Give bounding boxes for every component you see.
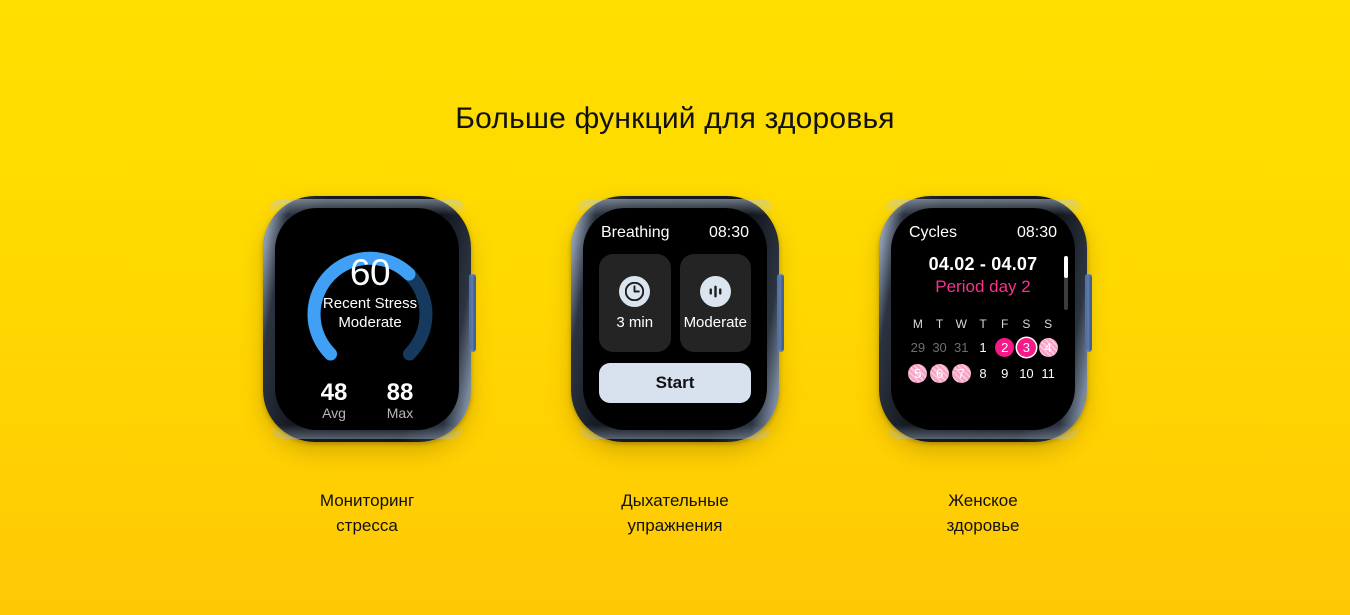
calendar-day[interactable]: 29 (908, 338, 927, 357)
breathing-options: 3 min Moderate (599, 254, 751, 352)
clock-icon (619, 275, 651, 307)
watch-side-button[interactable] (777, 274, 784, 352)
stress-level: Moderate (338, 314, 402, 331)
stress-gauge: 60 Recent Stress Moderate (291, 232, 449, 374)
breathing-clock: 08:30 (708, 224, 749, 241)
stat-avg: 48 Avg (305, 380, 363, 422)
watch-screen-stress[interactable]: 60 Recent Stress Moderate 48 Avg 88 Max (275, 208, 459, 430)
calendar-day[interactable]: 10 (1017, 364, 1036, 383)
weekday-label: T (935, 317, 944, 331)
calendar-day[interactable]: 8 (973, 364, 992, 383)
cycles-header: Cycles 08:30 (907, 222, 1059, 242)
calendar-day-predicted[interactable]: 5 (908, 364, 928, 383)
breathing-header: Breathing 08:30 (599, 222, 751, 242)
intensity-bars-icon (699, 275, 731, 307)
cycle-status: Period day 2 (935, 277, 1031, 296)
watch-device-stress: 60 Recent Stress Moderate 48 Avg 88 Max (263, 196, 476, 442)
caption-breathing-line1: Дыхательные (621, 491, 729, 510)
caption-cycles-line2: здоровье (946, 516, 1020, 535)
weekday-label: S (1044, 317, 1053, 331)
caption-cycles-line1: Женское (948, 491, 1018, 510)
calendar-day[interactable]: 11 (1039, 364, 1058, 383)
calendar-day[interactable]: 31 (952, 338, 971, 357)
weekday-label: M (912, 317, 923, 331)
weekday-label: F (1001, 317, 1009, 331)
stress-stats-row: 48 Avg 88 Max (291, 380, 443, 422)
calendar-week-row-1: 29 30 31 1 2 3 4 (907, 338, 1059, 357)
page-title: Больше функций для здоровья (455, 102, 895, 136)
breathing-duration-label: 3 min (616, 313, 654, 331)
caption-cycles: Женское здоровье (946, 488, 1019, 538)
calendar-day-predicted[interactable]: 4 (1038, 338, 1058, 357)
caption-breathing: Дыхательные упражнения (621, 488, 728, 538)
stat-max-label: Max (386, 405, 414, 421)
breathing-intensity-option[interactable]: Moderate (679, 254, 751, 352)
weekday-label: S (1022, 317, 1031, 331)
feature-card-stress: 60 Recent Stress Moderate 48 Avg 88 Max (261, 196, 476, 538)
weekday-label: W (955, 317, 967, 331)
watch-screen-cycles[interactable]: Cycles 08:30 04.02 - 04.07 Period day 2 … (891, 208, 1075, 430)
feature-card-cycles: Cycles 08:30 04.02 - 04.07 Period day 2 … (877, 196, 1092, 538)
caption-stress-line2: стресса (336, 516, 398, 535)
breathing-intensity-label: Moderate (683, 313, 747, 331)
scrollbar-thumb[interactable] (1064, 256, 1068, 278)
calendar-day-predicted[interactable]: 6 (930, 364, 950, 383)
start-button[interactable]: Start (599, 363, 751, 403)
cycle-date-range: 04.02 - 04.07 (928, 254, 1038, 274)
watch-device-cycles: Cycles 08:30 04.02 - 04.07 Period day 2 … (879, 196, 1092, 442)
cycles-title: Cycles (909, 224, 958, 241)
calendar-day[interactable]: 1 (973, 338, 992, 357)
stat-avg-value: 48 (320, 379, 348, 406)
calendar-day[interactable]: 30 (930, 338, 949, 357)
calendar-week-row-2: 5 6 7 8 9 10 11 (907, 364, 1059, 383)
stat-max-value: 88 (386, 379, 414, 406)
feature-cards: 60 Recent Stress Moderate 48 Avg 88 Max (0, 196, 1350, 538)
stress-gauge-text: 60 Recent Stress Moderate (291, 254, 449, 332)
breathing-title: Breathing (601, 224, 670, 241)
feature-card-breathing: Breathing 08:30 3 min Moderate Start Дых… (569, 196, 784, 538)
calendar-day-today[interactable]: 3 (1016, 338, 1036, 357)
weekday-label: T (979, 317, 987, 331)
scrollbar[interactable] (1064, 256, 1068, 310)
caption-stress-line1: Мониторинг (319, 491, 415, 510)
calendar-weekday-row: M T W T F S S (907, 317, 1059, 331)
watch-device-breathing: Breathing 08:30 3 min Moderate Start (571, 196, 784, 442)
caption-breathing-line2: упражнения (627, 516, 723, 535)
caption-stress: Мониторинг стресса (320, 488, 414, 538)
calendar-day[interactable]: 9 (995, 364, 1014, 383)
watch-screen-breathing[interactable]: Breathing 08:30 3 min Moderate Start (583, 208, 767, 430)
stat-max: 88 Max (371, 380, 429, 422)
stress-score: 60 (349, 252, 391, 293)
stress-label: Recent Stress (322, 295, 418, 312)
watch-side-button[interactable] (1085, 274, 1092, 352)
calendar-day-period[interactable]: 2 (995, 338, 1015, 357)
cycles-clock: 08:30 (1016, 224, 1057, 241)
stat-avg-label: Avg (322, 405, 346, 421)
breathing-duration-option[interactable]: 3 min (599, 254, 671, 352)
watch-side-button[interactable] (469, 274, 476, 352)
calendar-day-predicted[interactable]: 7 (951, 364, 971, 383)
